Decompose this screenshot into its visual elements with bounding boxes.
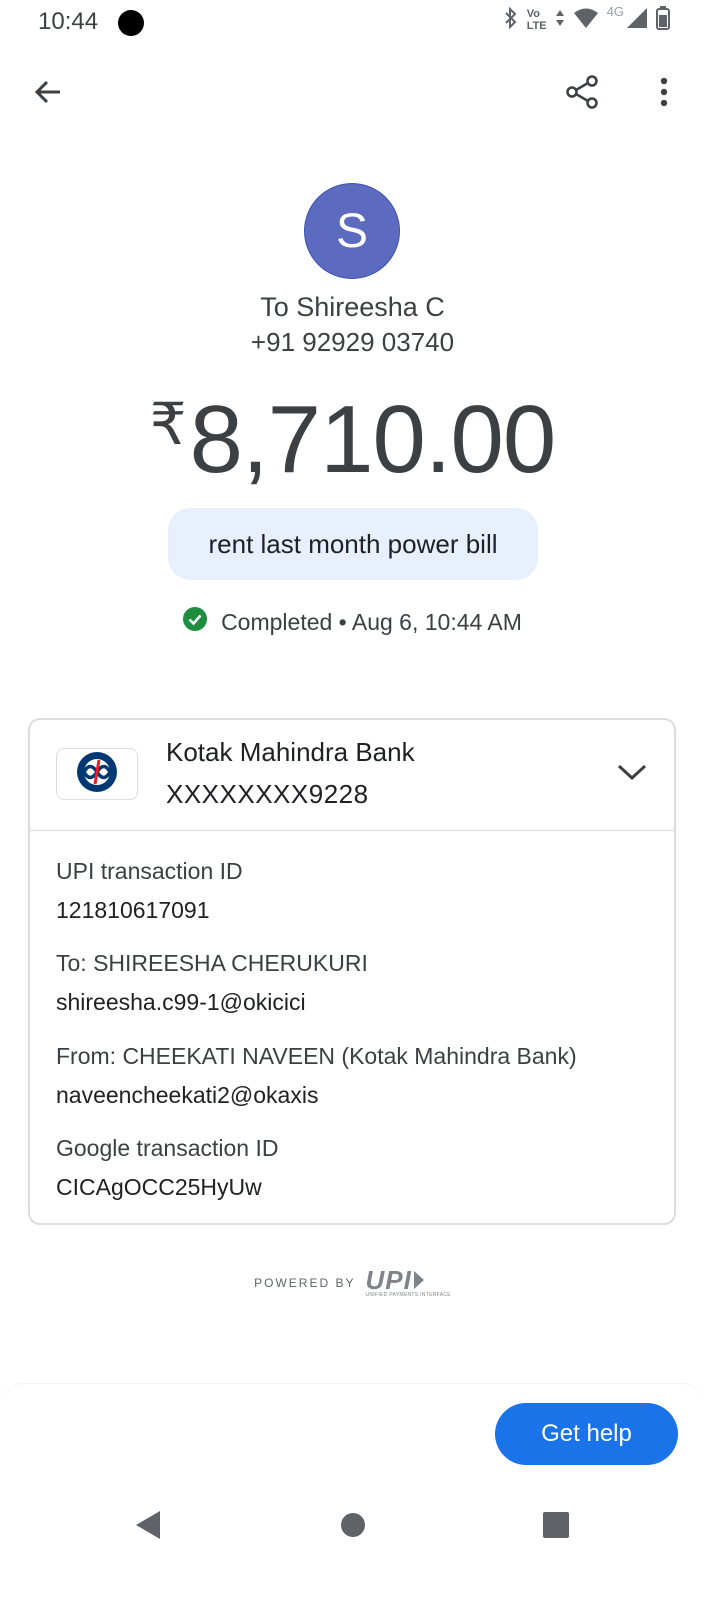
battery-icon	[656, 6, 670, 33]
bank-logo	[56, 748, 138, 800]
wifi-icon	[573, 7, 599, 32]
more-vert-icon	[659, 77, 669, 112]
bluetooth-icon	[503, 6, 519, 32]
kotak-logo-icon	[72, 751, 122, 798]
expand-button[interactable]	[608, 750, 656, 798]
share-button[interactable]	[558, 70, 606, 118]
bank-name: Kotak Mahindra Bank	[166, 737, 415, 767]
volte-top-label: Vo	[526, 7, 540, 20]
more-options-button[interactable]	[640, 70, 688, 118]
powered-by-upi: POWERED BY UPI UNIFIED PAYMENTS INTERFAC…	[0, 1265, 705, 1298]
amount-value: 8,710.00	[189, 386, 557, 493]
detail-value: naveencheekati2@okaxis	[56, 1082, 319, 1108]
upi-logo: UPI UNIFIED PAYMENTS INTERFACE	[365, 1265, 451, 1298]
detail-value: 121810617091	[56, 897, 210, 923]
detail-label: To: SHIREESHA CHERUKURI	[56, 950, 368, 976]
bank-account-header[interactable]: Kotak Mahindra Bank XXXXXXXX9228	[30, 720, 674, 831]
detail-label: UPI transaction ID	[56, 858, 243, 884]
status-time: 10:44	[38, 8, 99, 35]
payment-amount: ₹8,710.00	[0, 385, 705, 495]
volte-indicator: Vo LTE	[527, 8, 547, 32]
transaction-details-card: Kotak Mahindra Bank XXXXXXXX9228 UPI tra…	[28, 718, 676, 1225]
volte-bottom-label: LTE	[526, 19, 547, 32]
nav-home-button[interactable]	[323, 1497, 383, 1557]
status-text: Completed • Aug 6, 10:44 AM	[221, 608, 522, 635]
powered-by-label: POWERED BY	[254, 1276, 356, 1290]
payment-note: rent last month power bill	[168, 508, 538, 580]
nav-recents-button[interactable]	[526, 1497, 586, 1557]
detail-label: Google transaction ID	[56, 1135, 279, 1161]
square-recents-icon	[542, 1511, 570, 1544]
share-icon	[565, 74, 599, 114]
signal-icon	[626, 7, 648, 32]
detail-value: CICAgOCC25HyUw	[56, 1174, 262, 1200]
get-help-button[interactable]: Get help	[495, 1403, 678, 1465]
sender-details: From: CHEEKATI NAVEEN (Kotak Mahindra Ba…	[56, 1043, 577, 1109]
back-button[interactable]	[24, 70, 72, 118]
avatar: S	[304, 183, 400, 279]
payee-name: To Shireesha C	[260, 292, 445, 322]
chevron-down-icon	[617, 763, 647, 786]
payee-phone: +91 92929 03740	[250, 327, 455, 357]
triangle-back-icon	[134, 1509, 162, 1546]
data-arrows-icon	[555, 8, 565, 31]
check-circle-icon	[183, 607, 208, 637]
circle-home-icon	[339, 1511, 367, 1544]
upi-arrow-icon	[413, 1271, 424, 1289]
status-icons: Vo LTE 4G	[503, 4, 670, 33]
upi-transaction-id: UPI transaction ID 121810617091	[56, 858, 243, 924]
recipient-details: To: SHIREESHA CHERUKURI shireesha.c99-1@…	[56, 950, 368, 1016]
payment-status: Completed • Aug 6, 10:44 AM	[0, 607, 705, 637]
camera-cutout	[118, 10, 144, 36]
google-transaction-id: Google transaction ID CICAgOCC25HyUw	[56, 1135, 278, 1201]
upi-subtitle: UNIFIED PAYMENTS INTERFACE	[365, 1292, 451, 1298]
detail-value: shireesha.c99-1@okicici	[56, 989, 306, 1015]
currency-symbol: ₹	[149, 392, 187, 457]
detail-label: From: CHEEKATI NAVEEN (Kotak Mahindra Ba…	[56, 1043, 577, 1069]
upi-logo-text: UPI	[365, 1265, 412, 1295]
network-type-label: 4G	[606, 4, 624, 19]
bank-account-number: XXXXXXXX9228	[166, 779, 369, 809]
arrow-back-icon	[33, 77, 63, 112]
nav-back-button[interactable]	[118, 1497, 178, 1557]
